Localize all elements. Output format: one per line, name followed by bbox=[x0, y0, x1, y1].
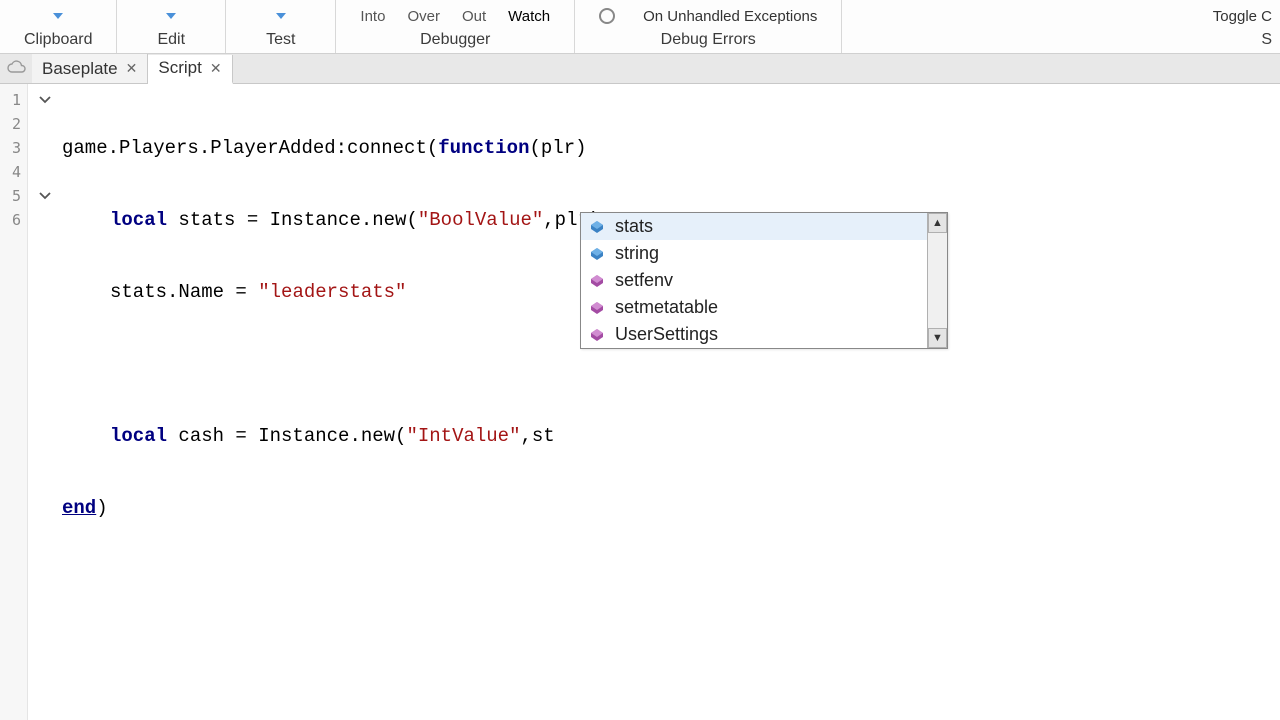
ribbon-label: Edit bbox=[157, 31, 185, 49]
autocomplete-list: stats string setfenv setmetatable UserSe… bbox=[581, 213, 927, 348]
tab-label: Baseplate bbox=[42, 59, 118, 79]
line-number-gutter: 1 2 3 4 5 6 bbox=[0, 84, 28, 720]
tab-script[interactable]: Script ✕ bbox=[148, 55, 232, 84]
autocomplete-label: setfenv bbox=[615, 270, 673, 291]
debugger-out-button[interactable]: Out bbox=[462, 8, 486, 25]
autocomplete-item[interactable]: setmetatable bbox=[581, 294, 927, 321]
scroll-down-icon[interactable]: ▼ bbox=[928, 328, 947, 348]
toggle-button-cut[interactable]: Toggle C bbox=[1213, 8, 1272, 25]
line-number: 6 bbox=[0, 208, 27, 232]
fold-toggle-icon[interactable] bbox=[28, 184, 62, 208]
line-number: 2 bbox=[0, 112, 27, 136]
ribbon-group-toggle-cut: Toggle C S bbox=[1205, 0, 1280, 53]
scroll-track[interactable] bbox=[928, 233, 947, 328]
ribbon-label: Debug Errors bbox=[599, 31, 817, 49]
ribbon-group-test: Test bbox=[226, 0, 336, 53]
close-icon[interactable]: ✕ bbox=[210, 60, 222, 77]
ribbon-group-debug-errors: On Unhandled Exceptions Debug Errors bbox=[575, 0, 842, 53]
ribbon-group-debugger: Into Over Out Watch Debugger bbox=[336, 0, 575, 53]
autocomplete-item[interactable]: setfenv bbox=[581, 267, 927, 294]
cloud-icon bbox=[6, 60, 26, 77]
function-icon bbox=[589, 273, 605, 289]
autocomplete-label: setmetatable bbox=[615, 297, 718, 318]
unhandled-exceptions-label[interactable]: On Unhandled Exceptions bbox=[643, 8, 817, 25]
dropdown-arrow-icon[interactable] bbox=[53, 13, 63, 19]
code-area[interactable]: game.Players.PlayerAdded:connect(functio… bbox=[62, 84, 600, 720]
line-number: 4 bbox=[0, 160, 27, 184]
code-editor[interactable]: 1 2 3 4 5 6 game.Players.PlayerAdded:con… bbox=[0, 84, 1280, 720]
tab-strip: Baseplate ✕ Script ✕ bbox=[0, 54, 1280, 84]
variable-icon bbox=[589, 246, 605, 262]
ribbon-label: Debugger bbox=[360, 31, 550, 49]
debugger-watch-button[interactable]: Watch bbox=[508, 8, 550, 25]
radio-icon[interactable] bbox=[599, 8, 615, 24]
dropdown-arrow-icon[interactable] bbox=[276, 13, 286, 19]
autocomplete-label: stats bbox=[615, 216, 653, 237]
ribbon-label-cut: S bbox=[1213, 31, 1272, 49]
function-icon bbox=[589, 300, 605, 316]
ribbon-label: Test bbox=[266, 31, 295, 49]
fold-column bbox=[28, 84, 62, 720]
autocomplete-popup[interactable]: stats string setfenv setmetatable UserSe… bbox=[580, 212, 948, 349]
tab-baseplate[interactable]: Baseplate ✕ bbox=[32, 54, 148, 83]
ribbon-group-edit: Edit bbox=[117, 0, 226, 53]
close-icon[interactable]: ✕ bbox=[126, 60, 138, 77]
function-icon bbox=[589, 327, 605, 343]
scroll-up-icon[interactable]: ▲ bbox=[928, 213, 947, 233]
autocomplete-item[interactable]: UserSettings bbox=[581, 321, 927, 348]
ribbon-label: Clipboard bbox=[24, 31, 92, 49]
dropdown-arrow-icon[interactable] bbox=[166, 13, 176, 19]
line-number: 5 bbox=[0, 184, 27, 208]
autocomplete-label: string bbox=[615, 243, 659, 264]
autocomplete-item[interactable]: stats bbox=[581, 213, 927, 240]
autocomplete-label: UserSettings bbox=[615, 324, 718, 345]
line-number: 3 bbox=[0, 136, 27, 160]
fold-toggle-icon[interactable] bbox=[28, 88, 62, 112]
debugger-into-button[interactable]: Into bbox=[360, 8, 385, 25]
ribbon-group-clipboard: Clipboard bbox=[0, 0, 117, 53]
variable-icon bbox=[589, 219, 605, 235]
debugger-over-button[interactable]: Over bbox=[407, 8, 440, 25]
autocomplete-scrollbar[interactable]: ▲ ▼ bbox=[927, 213, 947, 348]
line-number: 1 bbox=[0, 88, 27, 112]
tab-label: Script bbox=[158, 58, 201, 78]
ribbon-toolbar: Clipboard Edit Test Into Over Out Watch … bbox=[0, 0, 1280, 54]
autocomplete-item[interactable]: string bbox=[581, 240, 927, 267]
